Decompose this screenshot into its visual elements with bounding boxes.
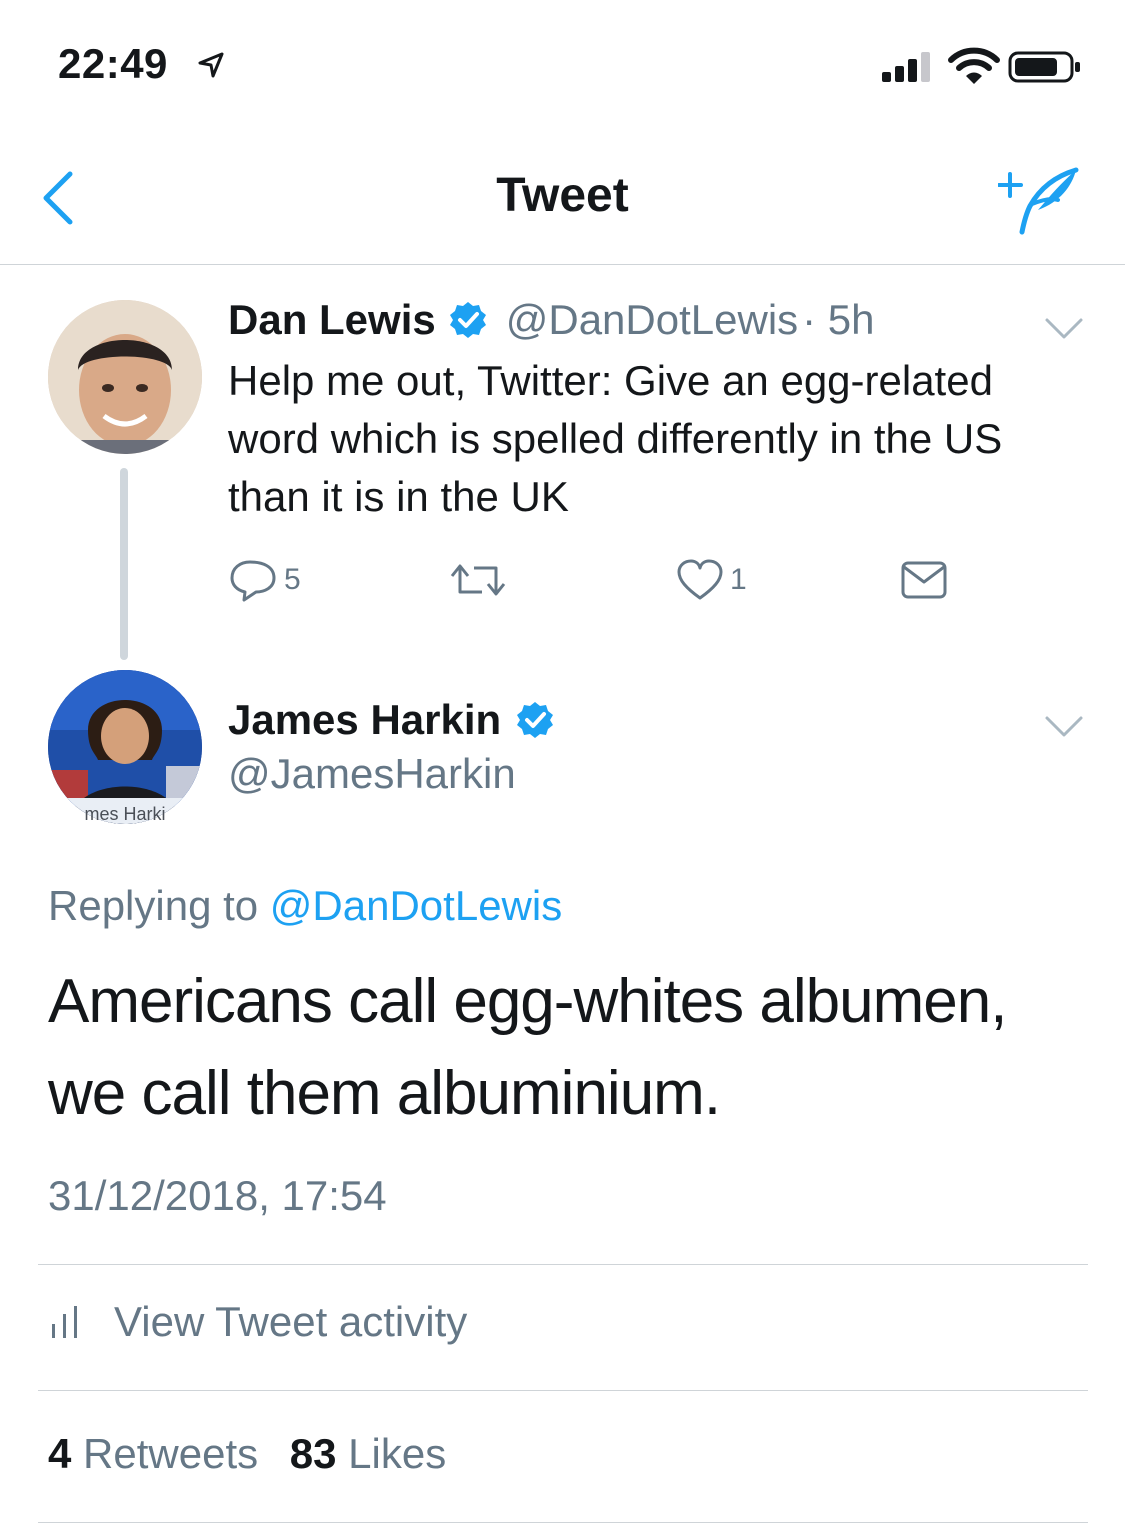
chevron-down-icon[interactable]	[1044, 316, 1084, 342]
replying-to: Replying to @DanDotLewis	[48, 882, 562, 930]
tweet-header: James Harkin	[228, 696, 555, 744]
author-name[interactable]: Dan Lewis	[228, 296, 436, 344]
retweets-label[interactable]: Retweets	[83, 1430, 258, 1477]
like-button[interactable]: 1	[676, 558, 747, 602]
author-name[interactable]: James Harkin	[228, 696, 501, 744]
reply-count: 5	[284, 563, 301, 596]
wifi-icon	[948, 47, 1000, 84]
tweet-text: Americans call egg-whites albumen, we ca…	[48, 967, 1007, 1128]
author-handle[interactable]: @JamesHarkin	[228, 750, 516, 798]
replying-to-link[interactable]: @DanDotLewis	[270, 882, 562, 929]
share-button[interactable]	[900, 558, 948, 602]
thread-line	[120, 468, 128, 660]
divider	[38, 1264, 1088, 1265]
status-time: 22:49	[58, 40, 168, 87]
verified-badge-icon	[517, 702, 554, 738]
reply-icon	[230, 560, 276, 602]
compose-tweet-icon[interactable]	[998, 166, 1080, 236]
tweet-header: Dan Lewis @DanDotLewis · 5h	[228, 296, 875, 344]
location-arrow-icon	[198, 52, 224, 78]
avatar[interactable]	[48, 670, 202, 824]
avatar-caption: mes Harki	[84, 804, 166, 824]
divider	[38, 1522, 1088, 1523]
author-handle[interactable]: @DanDotLewis	[506, 296, 798, 344]
retweet-button[interactable]	[448, 558, 508, 602]
likes-label[interactable]: Likes	[348, 1430, 446, 1477]
bar-chart-icon	[52, 1306, 77, 1338]
tweet-timestamp: 31/12/2018, 17:54	[48, 1172, 387, 1219]
envelope-icon	[901, 561, 947, 599]
engagement-stats: 4 Retweets 83 Likes	[48, 1430, 446, 1478]
reply-button[interactable]: 5	[228, 558, 301, 602]
likes-count[interactable]: 83	[290, 1430, 337, 1477]
retweet-icon	[450, 564, 506, 596]
divider	[38, 1390, 1088, 1391]
tweet-text: Help me out, Twitter: Give an egg-relate…	[228, 357, 1003, 520]
cellular-signal-icon	[882, 52, 930, 82]
avatar[interactable]	[48, 300, 202, 454]
verified-badge-icon	[449, 302, 486, 338]
battery-icon	[1008, 51, 1080, 83]
view-tweet-activity-button[interactable]: View Tweet activity	[48, 1298, 467, 1346]
chevron-down-icon[interactable]	[1044, 714, 1084, 740]
activity-label: View Tweet activity	[114, 1298, 468, 1345]
retweets-count[interactable]: 4	[48, 1430, 71, 1477]
like-count: 1	[730, 563, 747, 596]
replying-prefix: Replying to	[48, 882, 259, 929]
page-title: Tweet	[496, 169, 629, 222]
nav-divider	[0, 264, 1125, 265]
tweet-age: · 5h	[802, 296, 875, 343]
heart-icon	[677, 559, 723, 600]
